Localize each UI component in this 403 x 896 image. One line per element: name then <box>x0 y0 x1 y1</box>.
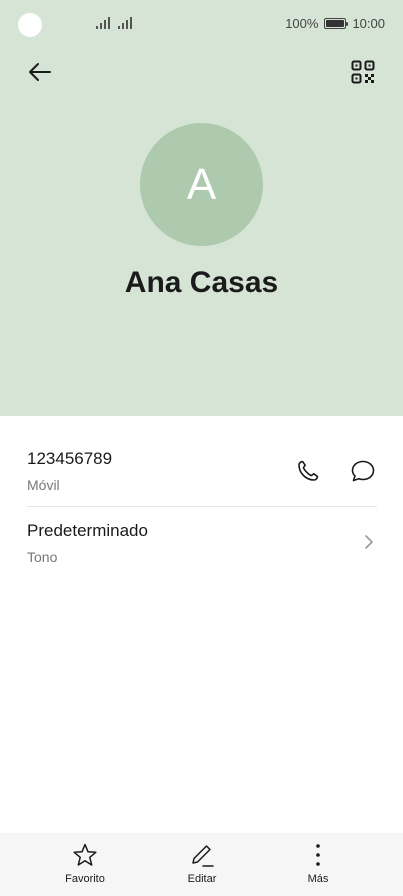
more-button[interactable]: Más <box>278 841 358 891</box>
signal-icon <box>118 17 132 29</box>
phone-number: 123456789 <box>27 449 113 468</box>
star-icon <box>73 843 97 866</box>
edit-label: Editar <box>187 873 217 885</box>
more-vertical-icon <box>316 844 320 866</box>
status-right: 100% 10:00 <box>285 16 385 31</box>
ringtone-value: Predeterminado <box>27 521 148 540</box>
qr-code-button[interactable] <box>346 56 380 88</box>
battery-percent: 100% <box>285 16 319 31</box>
status-bar: 100% 10:00 <box>0 0 403 48</box>
ringtone-row[interactable]: Predeterminado Tono <box>27 521 377 569</box>
contact-name: Ana Casas <box>124 266 279 299</box>
bottom-action-bar: Favorito Editar Más <box>0 833 403 896</box>
ringtone-label: Tono <box>27 549 58 565</box>
more-label: Más <box>307 873 329 885</box>
signal-icon <box>96 17 110 29</box>
call-button[interactable] <box>294 457 322 485</box>
camera-cutout <box>18 13 42 37</box>
message-icon <box>351 460 375 482</box>
chevron-right-icon <box>365 535 373 549</box>
phone-icon <box>298 460 319 481</box>
back-button[interactable] <box>22 56 58 88</box>
favorite-label: Favorito <box>65 873 105 885</box>
avatar[interactable]: A <box>140 123 263 246</box>
phone-number-row[interactable]: 123456789 Móvil <box>27 449 377 507</box>
avatar-initial: A <box>186 159 217 209</box>
edit-button[interactable]: Editar <box>162 841 242 891</box>
qr-code-icon <box>351 60 375 84</box>
clock: 10:00 <box>352 16 385 31</box>
back-arrow-icon <box>29 63 51 81</box>
battery-icon <box>324 18 349 29</box>
contact-header: 100% 10:00 A Ana Casas <box>0 0 403 416</box>
pencil-icon <box>192 845 214 867</box>
phone-type: Móvil <box>27 477 60 493</box>
message-button[interactable] <box>349 457 377 485</box>
favorite-button[interactable]: Favorito <box>45 841 125 891</box>
